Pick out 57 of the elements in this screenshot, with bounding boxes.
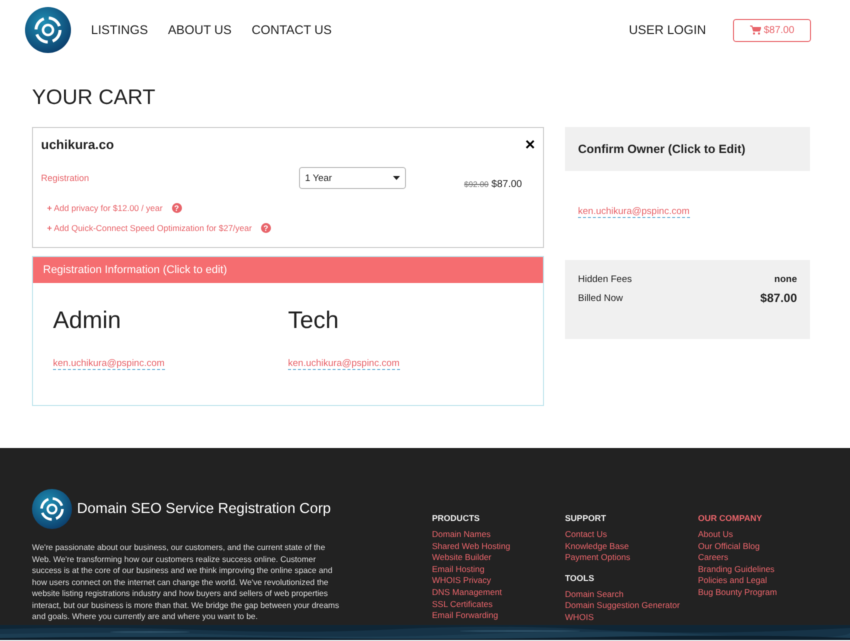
- cart-icon: [750, 25, 761, 35]
- footer-link[interactable]: Email Forwarding: [432, 610, 565, 622]
- email-link[interactable]: ken.uchikura@pspinc.com: [288, 358, 400, 370]
- login-link[interactable]: USER LOGIN: [628, 23, 706, 37]
- footer-link[interactable]: Email Hosting: [432, 564, 565, 576]
- footer-link[interactable]: Knowledge Base: [565, 540, 698, 552]
- about-text: We're passionate about our business, our customers, and the current state of the Web. We're transforming how our customers realize success online. Customer success is at the core of our business and we think improving the online space and how users connect on the internet can change the world. We've revolutionized the website listing registrations industry and how buyers and sellers of web properties interact, but our business is more than that. We bridge the gap between your dreams and goals. Where you currently are and where you want to be.: [32, 542, 340, 622]
- footer-link[interactable]: Careers: [698, 552, 831, 564]
- footer-link[interactable]: Policies and Legal: [698, 575, 831, 587]
- footer-link[interactable]: Domain Names: [432, 529, 565, 541]
- help-icon[interactable]: ?: [260, 223, 271, 233]
- domain-name: uchikura.co: [41, 136, 114, 152]
- old-price: $92.00: [464, 180, 489, 189]
- footer-heading: TOOLS: [565, 572, 596, 583]
- help-icon[interactable]: ?: [172, 203, 182, 213]
- footer-link[interactable]: Website Builder: [432, 552, 565, 564]
- footer-link[interactable]: SSL Certificates: [432, 598, 565, 610]
- footer-heading: OUR COMPANY: [698, 513, 764, 523]
- summary-value: none: [774, 274, 797, 285]
- footer-link[interactable]: WHOIS Privacy: [432, 575, 565, 587]
- footer-link[interactable]: Our Official Blog: [698, 540, 831, 552]
- registration-header[interactable]: Registration Information (Click to edit): [33, 257, 543, 283]
- nav-link[interactable]: ABOUT US: [168, 23, 232, 37]
- summary-label: Hidden Fees: [578, 274, 632, 285]
- footer-link[interactable]: Domain Suggestion Generator: [565, 600, 698, 612]
- logo-icon[interactable]: [32, 489, 72, 529]
- summary-value: $87.00: [760, 291, 797, 305]
- email-link[interactable]: ken.uchikura@pspinc.com: [53, 358, 165, 370]
- footer-link[interactable]: Branding Guidelines: [698, 564, 831, 576]
- footer-heading: PRODUCTS: [432, 513, 481, 523]
- term-dropdown[interactable]: 1 Year: [299, 167, 406, 189]
- price: $87.00: [491, 179, 522, 190]
- contact-role: Tech: [288, 307, 340, 335]
- footer-link[interactable]: About Us: [698, 529, 831, 541]
- footer-link[interactable]: Contact Us: [565, 529, 698, 541]
- nav-link[interactable]: LISTINGS: [91, 23, 148, 37]
- close-button[interactable]: ×: [525, 136, 535, 152]
- caret-icon: [393, 176, 400, 180]
- summary-label: Billed Now: [578, 292, 623, 304]
- add-on-link[interactable]: + Add Quick-Connect Speed Optimization for $27/year: [47, 223, 252, 233]
- footer-link[interactable]: Domain Search: [565, 588, 698, 600]
- add-on-link[interactable]: + Add privacy for $12.00 / year: [47, 203, 163, 213]
- contact-role: Admin: [53, 307, 122, 335]
- footer-link[interactable]: WHOIS: [565, 612, 698, 624]
- owner-header[interactable]: Confirm Owner (Click to Edit): [565, 127, 810, 171]
- cart-button[interactable]: $87.00: [733, 18, 811, 42]
- nav-link[interactable]: CONTACT US: [252, 23, 332, 37]
- registration-label: Registration: [41, 173, 90, 183]
- footer-link[interactable]: Shared Web Hosting: [432, 540, 565, 552]
- email-link[interactable]: ken.uchikura@pspinc.com: [578, 206, 690, 218]
- page-title: YOUR CART: [32, 86, 156, 110]
- footer-link[interactable]: DNS Management: [432, 586, 565, 599]
- footer-link[interactable]: Payment Options: [565, 552, 698, 564]
- footer-link[interactable]: Bug Bounty Program: [698, 586, 831, 599]
- footer-heading: SUPPORT: [565, 513, 608, 523]
- logo-icon[interactable]: [25, 7, 71, 53]
- brand-name: Domain SEO Service Registration Corp: [77, 501, 331, 517]
